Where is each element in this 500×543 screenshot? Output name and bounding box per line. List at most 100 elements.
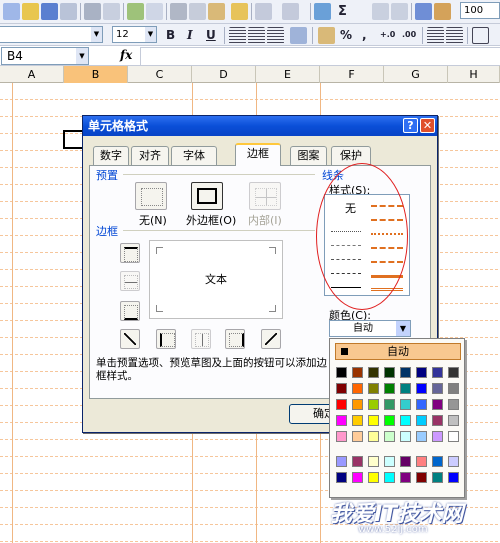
- spelling-icon[interactable]: [127, 3, 144, 20]
- tab-number[interactable]: 数字: [93, 146, 129, 165]
- color-swatch[interactable]: [368, 399, 379, 410]
- preset-inside-button[interactable]: [249, 182, 281, 210]
- color-swatch[interactable]: [400, 367, 411, 378]
- color-swatch[interactable]: [352, 399, 363, 410]
- tab-border[interactable]: 边框: [235, 143, 281, 166]
- color-swatch[interactable]: [448, 367, 459, 378]
- underline-button[interactable]: U: [206, 28, 216, 42]
- tab-alignment[interactable]: 对齐: [131, 146, 169, 165]
- undo-icon[interactable]: [255, 3, 272, 20]
- insert-function-icon[interactable]: fx: [120, 48, 132, 62]
- color-swatch[interactable]: [416, 367, 427, 378]
- italic-button[interactable]: I: [187, 28, 193, 42]
- format-painter-icon[interactable]: [231, 3, 248, 20]
- align-center-icon[interactable]: [248, 27, 265, 44]
- new-icon[interactable]: [3, 3, 20, 20]
- chart-wizard-icon[interactable]: [415, 3, 432, 20]
- drawing-icon[interactable]: [434, 3, 451, 20]
- paste-icon[interactable]: [208, 3, 225, 20]
- color-swatch[interactable]: [384, 431, 395, 442]
- sort-ascending-icon[interactable]: [372, 3, 389, 20]
- preset-none-button[interactable]: [135, 182, 167, 210]
- column-header[interactable]: G: [384, 66, 448, 83]
- color-swatch[interactable]: [448, 472, 459, 483]
- decrease-decimal-button[interactable]: .00: [402, 30, 416, 39]
- borders-icon[interactable]: [472, 27, 489, 44]
- color-swatch[interactable]: [368, 383, 379, 394]
- border-inside-vertical-button[interactable]: [191, 329, 211, 349]
- sort-descending-icon[interactable]: [391, 3, 408, 20]
- print-icon[interactable]: [84, 3, 101, 20]
- print-preview-icon[interactable]: [103, 3, 120, 20]
- color-swatch[interactable]: [432, 472, 443, 483]
- color-swatch[interactable]: [400, 456, 411, 467]
- color-swatch[interactable]: [384, 456, 395, 467]
- color-swatch[interactable]: [336, 399, 347, 410]
- color-swatch[interactable]: [368, 431, 379, 442]
- save-icon[interactable]: [41, 3, 58, 20]
- align-right-icon[interactable]: [267, 27, 284, 44]
- comma-button[interactable]: ,: [362, 28, 367, 42]
- border-inside-horizontal-button[interactable]: [120, 271, 140, 291]
- color-swatch[interactable]: [448, 399, 459, 410]
- increase-decimal-button[interactable]: +.0: [380, 30, 395, 39]
- color-swatch[interactable]: [352, 472, 363, 483]
- increase-indent-icon[interactable]: [446, 27, 463, 44]
- color-swatch[interactable]: [448, 415, 459, 426]
- color-swatch[interactable]: [432, 367, 443, 378]
- color-swatch[interactable]: [416, 383, 427, 394]
- color-swatch[interactable]: [400, 415, 411, 426]
- column-header[interactable]: F: [320, 66, 384, 83]
- column-header[interactable]: A: [0, 66, 64, 83]
- color-swatch[interactable]: [384, 472, 395, 483]
- color-swatch[interactable]: [368, 456, 379, 467]
- color-swatch[interactable]: [416, 456, 427, 467]
- color-swatch[interactable]: [432, 399, 443, 410]
- close-icon[interactable]: ✕: [420, 118, 435, 133]
- color-swatch[interactable]: [400, 431, 411, 442]
- border-left-button[interactable]: [156, 329, 176, 349]
- color-swatch[interactable]: [400, 472, 411, 483]
- color-swatch[interactable]: [384, 383, 395, 394]
- column-header[interactable]: H: [448, 66, 500, 83]
- autosum-icon[interactable]: Σ: [338, 4, 347, 19]
- automatic-color-option[interactable]: 自动: [335, 343, 461, 360]
- color-swatch[interactable]: [400, 383, 411, 394]
- color-swatch[interactable]: [416, 399, 427, 410]
- bold-button[interactable]: B: [166, 28, 175, 42]
- percent-button[interactable]: %: [340, 28, 352, 42]
- copy-icon[interactable]: [189, 3, 206, 20]
- color-swatch[interactable]: [384, 415, 395, 426]
- decrease-indent-icon[interactable]: [427, 27, 444, 44]
- column-header[interactable]: D: [192, 66, 256, 83]
- column-header[interactable]: C: [128, 66, 192, 83]
- color-swatch[interactable]: [416, 415, 427, 426]
- color-swatch[interactable]: [336, 431, 347, 442]
- color-swatch[interactable]: [384, 399, 395, 410]
- hyperlink-icon[interactable]: [314, 3, 331, 20]
- font-name-select[interactable]: ▼: [0, 26, 103, 43]
- name-box[interactable]: B4 ▼: [1, 47, 89, 65]
- color-swatch[interactable]: [448, 383, 459, 394]
- column-header-selected[interactable]: B: [64, 66, 128, 83]
- border-bottom-button[interactable]: [120, 301, 140, 321]
- permission-icon[interactable]: [60, 3, 77, 20]
- color-swatch[interactable]: [336, 456, 347, 467]
- tab-font[interactable]: 字体: [171, 146, 217, 165]
- color-swatch[interactable]: [352, 431, 363, 442]
- color-swatch[interactable]: [368, 367, 379, 378]
- color-swatch[interactable]: [400, 399, 411, 410]
- open-icon[interactable]: [22, 3, 39, 20]
- zoom-select[interactable]: 100: [460, 2, 500, 19]
- border-diagonal-down-button[interactable]: [261, 329, 281, 349]
- color-swatch[interactable]: [352, 367, 363, 378]
- color-swatch[interactable]: [368, 415, 379, 426]
- border-top-button[interactable]: [120, 243, 140, 263]
- border-right-button[interactable]: [225, 329, 245, 349]
- color-swatch[interactable]: [432, 431, 443, 442]
- preset-outline-button[interactable]: [191, 182, 223, 210]
- color-swatch[interactable]: [336, 415, 347, 426]
- border-diagonal-up-button[interactable]: [120, 329, 140, 349]
- border-preview[interactable]: 文本: [149, 240, 283, 319]
- cut-icon[interactable]: [170, 3, 187, 20]
